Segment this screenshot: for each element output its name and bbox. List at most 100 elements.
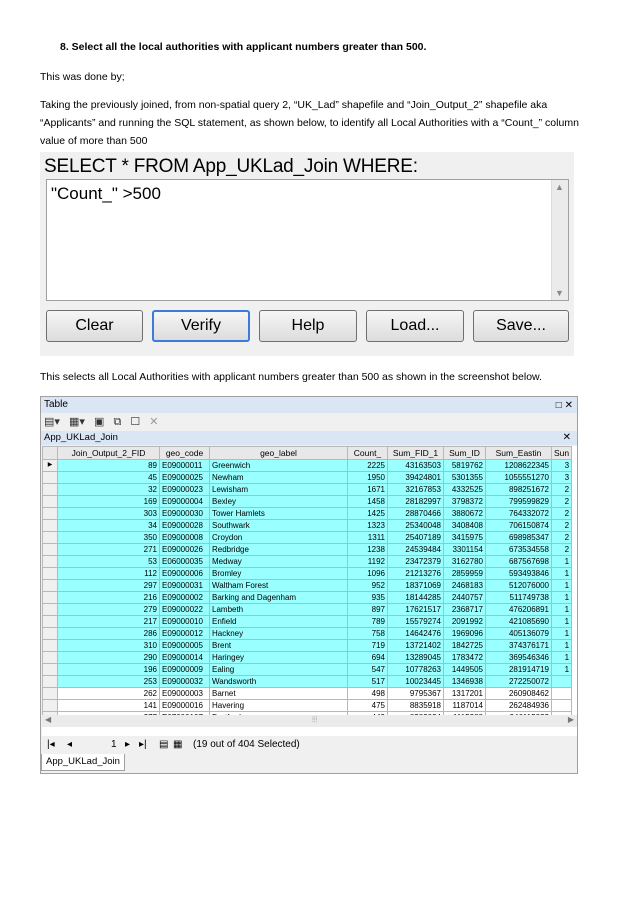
row-selector[interactable] bbox=[42, 663, 58, 676]
column-header[interactable]: Sun bbox=[550, 446, 573, 460]
scroll-thumb-grip-icon[interactable]: ⦙⦙⦙ bbox=[312, 715, 317, 725]
table-row[interactable]: 196 E09000009 Ealing 547 10778263 1449505 2819… bbox=[42, 663, 573, 676]
table-tab-header: App_UKLad_Join ✕ bbox=[41, 431, 577, 445]
table-row[interactable]: 286 E09000012 Hackney 758 14642476 1969096 405… bbox=[42, 627, 573, 640]
table-cell: E09000004 bbox=[159, 495, 210, 508]
table-row[interactable]: 310 E09000005 Brent 719 13721402 1842725 37437… bbox=[42, 639, 573, 652]
table-cell: 1192 bbox=[347, 555, 388, 568]
column-header[interactable]: Sum_FID_1 bbox=[387, 446, 444, 460]
select-by-attributes-icon[interactable]: ▣ bbox=[94, 416, 104, 428]
table-row[interactable]: 290 E09000014 Haringey 694 13289045 1783472 36… bbox=[42, 651, 573, 664]
row-selector[interactable] bbox=[42, 675, 58, 688]
row-selector[interactable] bbox=[42, 507, 58, 520]
row-selector[interactable] bbox=[42, 615, 58, 628]
table-row[interactable]: 34 E09000028 Southwark 1323 25340048 3408408 7… bbox=[42, 519, 573, 532]
scroll-right-icon[interactable]: ▶ bbox=[568, 715, 574, 724]
table-cell: Medway bbox=[209, 555, 348, 568]
column-header[interactable]: Join_Output_2_FID bbox=[57, 446, 160, 460]
load-button[interactable]: Load... bbox=[366, 310, 464, 342]
column-header[interactable]: Sum_ID bbox=[443, 446, 486, 460]
table-cell: 799599829 bbox=[485, 495, 552, 508]
table-row[interactable]: 32 E09000023 Lewisham 1671 32167853 4332525 89… bbox=[42, 483, 573, 496]
current-row-indicator-icon[interactable]: ▶ bbox=[42, 459, 58, 472]
row-selector[interactable] bbox=[42, 471, 58, 484]
clear-button[interactable]: Clear bbox=[46, 310, 143, 342]
table-row[interactable]: 45 E09000025 Newham 1950 39424801 5301355 1055… bbox=[42, 471, 573, 484]
row-selector[interactable] bbox=[42, 627, 58, 640]
column-header[interactable]: geo_code bbox=[159, 446, 210, 460]
table-row[interactable]: 253 E09000032 Wandsworth 517 10023445 1346938… bbox=[42, 675, 573, 688]
column-header[interactable]: Sum_Eastin bbox=[485, 446, 552, 460]
table-cell: 1 bbox=[550, 663, 573, 676]
clear-selection-icon[interactable]: ☐ bbox=[130, 416, 140, 428]
delete-icon[interactable]: ✕ bbox=[149, 416, 158, 428]
bottom-table-tab[interactable]: App_UKLad_Join bbox=[41, 754, 125, 771]
row-selector[interactable] bbox=[42, 531, 58, 544]
scroll-left-icon[interactable]: ◀ bbox=[45, 715, 51, 724]
first-record-icon[interactable]: |◂ bbox=[47, 737, 55, 753]
tab-close-icon[interactable]: ✕ bbox=[563, 431, 571, 445]
close-icon[interactable]: ✕ bbox=[565, 400, 573, 411]
save-button[interactable]: Save... bbox=[473, 310, 569, 342]
table-cell: 1323 bbox=[347, 519, 388, 532]
table-cell: 369546346 bbox=[485, 651, 552, 664]
row-selector[interactable] bbox=[42, 687, 58, 700]
table-row[interactable]: 303 E09000030 Tower Hamlets 1425 28870466 388… bbox=[42, 507, 573, 520]
show-all-records-icon[interactable]: ▤ bbox=[159, 737, 168, 753]
table-cell: 3880672 bbox=[443, 507, 486, 520]
table-cell: 1096 bbox=[347, 567, 388, 580]
column-header[interactable]: geo_label bbox=[209, 446, 348, 460]
table-row[interactable]: 217 E09000010 Enfield 789 15579274 2091992 421… bbox=[42, 615, 573, 628]
row-selector-header[interactable] bbox=[42, 446, 58, 460]
row-selector[interactable] bbox=[42, 579, 58, 592]
column-header[interactable]: Count_ bbox=[347, 446, 388, 460]
related-tables-icon[interactable]: ▦▾ bbox=[69, 416, 85, 428]
row-selector[interactable] bbox=[42, 567, 58, 580]
table-cell: 1950 bbox=[347, 471, 388, 484]
table-cell: 10778263 bbox=[387, 663, 444, 676]
row-selector[interactable] bbox=[42, 555, 58, 568]
verify-button[interactable]: Verify bbox=[152, 310, 250, 342]
row-selector[interactable] bbox=[42, 519, 58, 532]
row-selector[interactable] bbox=[42, 651, 58, 664]
row-selector[interactable] bbox=[42, 543, 58, 556]
help-button[interactable]: Help bbox=[259, 310, 357, 342]
sql-header: SELECT * FROM App_UKLad_Join WHERE: bbox=[44, 156, 418, 177]
table-row[interactable]: 112 E09000006 Bromley 1096 21213276 2859959 59… bbox=[42, 567, 573, 580]
table-row[interactable]: 271 E09000026 Redbridge 1238 24539484 3301154… bbox=[42, 543, 573, 556]
table-row[interactable]: 169 E09000004 Bexley 1458 28182997 3798372 799… bbox=[42, 495, 573, 508]
table-cell: 1317201 bbox=[443, 687, 486, 700]
sql-scrollbar[interactable]: ▲ ▼ bbox=[551, 180, 568, 300]
row-selector[interactable] bbox=[42, 603, 58, 616]
table-row[interactable]: ▶ 89 E09000011 Greenwich 2225 43163503 5819762… bbox=[42, 459, 573, 472]
show-selected-records-icon[interactable]: ▦ bbox=[173, 737, 182, 753]
switch-selection-icon[interactable]: ⧉ bbox=[113, 416, 121, 428]
next-record-icon[interactable]: ▸ bbox=[125, 737, 130, 753]
row-selector[interactable] bbox=[42, 699, 58, 712]
restore-icon[interactable]: □ bbox=[556, 400, 562, 411]
row-selector[interactable] bbox=[42, 495, 58, 508]
table-cell: 4332525 bbox=[443, 483, 486, 496]
table-cell: E09000026 bbox=[159, 543, 210, 556]
scroll-down-icon[interactable]: ▼ bbox=[555, 288, 564, 298]
table-cell: 3798372 bbox=[443, 495, 486, 508]
table-row[interactable]: 350 E09000008 Croydon 1311 25407189 3415975 69… bbox=[42, 531, 573, 544]
previous-record-icon[interactable]: ◂ bbox=[67, 737, 72, 753]
row-selector[interactable] bbox=[42, 483, 58, 496]
last-record-icon[interactable]: ▸| bbox=[139, 737, 147, 753]
table-options-icon[interactable]: ▤▾ bbox=[44, 416, 60, 428]
table-row[interactable]: 297 E09000031 Waltham Forest 952 18371069 246… bbox=[42, 579, 573, 592]
table-row[interactable]: 262 E09000003 Barnet 498 9795367 1317201 26090… bbox=[42, 687, 573, 700]
table-row[interactable]: 279 E09000022 Lambeth 897 17621517 2368717 476… bbox=[42, 603, 573, 616]
table-cell: 3 bbox=[550, 471, 573, 484]
horizontal-scrollbar[interactable]: ◀ ⦙⦙⦙ ▶ bbox=[42, 715, 577, 727]
scroll-up-icon[interactable]: ▲ bbox=[555, 182, 564, 192]
row-selector[interactable] bbox=[42, 639, 58, 652]
table-cell: 517 bbox=[347, 675, 388, 688]
table-row[interactable]: 216 E09000002 Barking and Dagenham 935 18144… bbox=[42, 591, 573, 604]
current-record-number[interactable]: 1 bbox=[111, 737, 117, 753]
row-selector[interactable] bbox=[42, 591, 58, 604]
table-row[interactable]: 53 E06000035 Medway 1192 23472379 3162780 6875… bbox=[42, 555, 573, 568]
sql-expression-box[interactable]: "Count_" >500 ▲ ▼ bbox=[46, 179, 569, 301]
table-row[interactable]: 141 E09000016 Havering 475 8835918 1187014 262… bbox=[42, 699, 573, 712]
